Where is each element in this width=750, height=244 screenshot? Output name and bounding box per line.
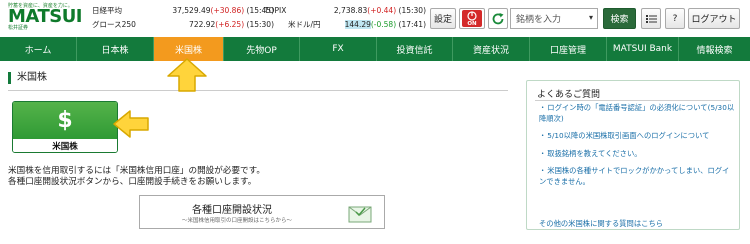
- divider: [535, 100, 731, 101]
- logout-button[interactable]: ログアウト: [688, 8, 740, 29]
- nav-item-jp-stocks[interactable]: 日本株: [77, 37, 154, 61]
- faq-link[interactable]: ・ログイン時の「電話番号認証」の必須化について(5/30以降順次): [539, 103, 735, 124]
- us-stocks-button-label: 米国株: [13, 139, 117, 152]
- quote-value: 37,529.49(+30.86) (15:45): [172, 6, 274, 15]
- dollar-icon: $: [13, 102, 117, 139]
- faq-panel: よくあるご質問 ・ログイン時の「電話番号認証」の必須化について(5/30以降順次…: [526, 80, 740, 230]
- faq-link[interactable]: ・5/10以降の米国株取引画面へのログインについて: [539, 131, 735, 142]
- nav-item-account[interactable]: 口座管理: [530, 37, 607, 61]
- description-line: 各種口座開設状況ボタンから、口座開設手続きをお願いします。: [8, 177, 257, 187]
- symbol-search-input[interactable]: 銘柄を入力 ▾: [510, 8, 598, 29]
- quote-usdjpy[interactable]: 米ドル/円 144.29(-0.58) (17:41): [288, 20, 426, 30]
- list-icon: [645, 14, 657, 23]
- nav-item-matsui-bank[interactable]: MATSUI Bank: [607, 37, 679, 61]
- quote-value: 2,738.83(+0.44) (15:30): [333, 6, 426, 15]
- quote-name: 米ドル/円: [288, 20, 321, 29]
- global-nav: ホーム 日本株 米国株 先物OP FX 投資信託 資産状況 口座管理 MATSU…: [0, 37, 750, 61]
- quote-topix[interactable]: TOPIX 2,738.83(+0.44) (15:30): [264, 6, 426, 16]
- faq-link[interactable]: ・取扱銘柄を教えてください。: [539, 149, 735, 160]
- header: 貯蓄を資産に、資産を力に。 MATSUI 松井証券 日経平均 37,529.49…: [0, 0, 750, 36]
- logo-brand: MATSUI: [8, 6, 83, 27]
- refresh-button[interactable]: [488, 8, 508, 29]
- page-title: 米国株: [8, 72, 47, 84]
- on-toggle-label: ON: [467, 21, 477, 27]
- search-button[interactable]: 検索: [603, 8, 636, 29]
- description: 米国株を信用取引するには「米国株信用口座」の開設が必要です。 各種口座開設状況ボ…: [8, 166, 265, 188]
- refresh-icon: [492, 12, 504, 24]
- description-line: 米国株を信用取引するには「米国株信用口座」の開設が必要です。: [8, 166, 265, 176]
- faq-link[interactable]: ・米国株の各種サイトでロックがかかってしまい、ログインできません。: [539, 166, 735, 187]
- help-button[interactable]: ?: [665, 8, 685, 29]
- mail-icon: [348, 206, 372, 223]
- quote-name: グロース250: [92, 20, 136, 29]
- faq-more-link[interactable]: その他の米国株に関する質問はこちら: [539, 219, 663, 229]
- account-status-subtitle: 〜米国株信用取引の口座開設はこちらから〜: [182, 218, 293, 224]
- nav-item-futures-options[interactable]: 先物OP: [224, 37, 300, 61]
- arrow-annotation-icon: [167, 58, 207, 92]
- quote-value: 144.29(-0.58) (17:41): [344, 20, 426, 29]
- chevron-down-icon: ▾: [588, 13, 593, 22]
- arrow-annotation-icon: [113, 110, 149, 138]
- faq-title: よくあるご質問: [537, 90, 601, 100]
- faq-list: ・ログイン時の「電話番号認証」の必須化について(5/30以降順次) ・5/10以…: [539, 103, 735, 194]
- menu-list-button[interactable]: [641, 8, 661, 29]
- nav-item-fx[interactable]: FX: [300, 37, 377, 61]
- nav-item-home[interactable]: ホーム: [0, 37, 77, 61]
- quote-name: 日経平均: [92, 6, 122, 15]
- settings-button[interactable]: 設定: [430, 8, 456, 29]
- nav-item-mutual-funds[interactable]: 投資信託: [377, 37, 453, 61]
- matsui-logo[interactable]: 貯蓄を資産に、資産を力に。 MATSUI 松井証券: [8, 3, 83, 33]
- search-placeholder: 銘柄を入力: [516, 15, 562, 25]
- account-status-button[interactable]: 各種口座開設状況 〜米国株信用取引の口座開設はこちらから〜: [139, 195, 385, 229]
- quote-growth250[interactable]: グロース250 722.92(+6.25) (15:30): [92, 20, 274, 30]
- quote-nikkei[interactable]: 日経平均 37,529.49(+30.86) (15:45): [92, 6, 274, 16]
- divider: [8, 90, 508, 91]
- quote-value: 722.92(+6.25) (15:30): [189, 20, 274, 29]
- us-stocks-button[interactable]: $ 米国株: [12, 101, 118, 153]
- nav-item-info-search[interactable]: 情報検索: [679, 37, 750, 61]
- account-status-title: 各種口座開設状況: [192, 205, 272, 216]
- on-toggle-button[interactable]: ON: [459, 8, 485, 29]
- nav-item-assets[interactable]: 資産状況: [453, 37, 530, 61]
- quote-name: TOPIX: [264, 6, 287, 15]
